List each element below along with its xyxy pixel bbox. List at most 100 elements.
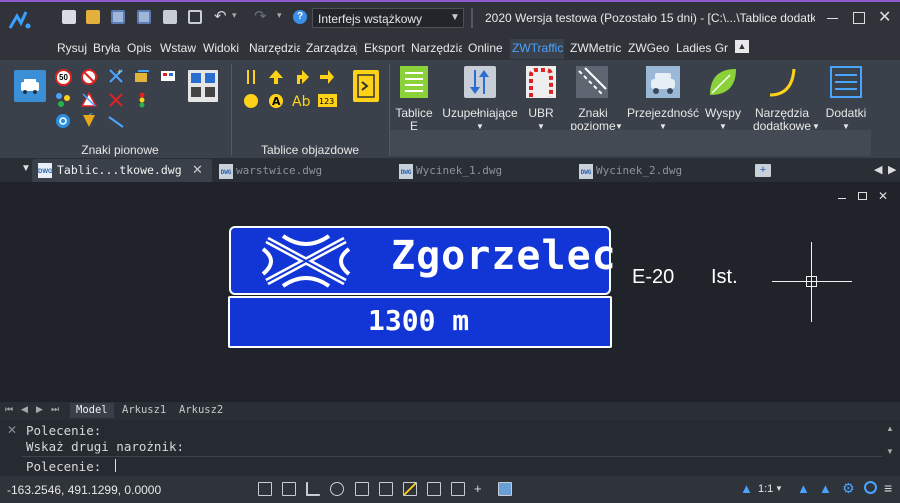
polar-tracking-icon[interactable] — [330, 482, 344, 496]
dynamic-ucs-icon[interactable] — [403, 482, 417, 496]
menu-zarzadzaj[interactable]: Zarządzaj — [306, 41, 357, 55]
canvas-restore-button[interactable] — [858, 192, 867, 200]
gear-icon[interactable]: ⚙ — [842, 480, 855, 497]
maximize-button[interactable] — [853, 12, 865, 24]
interchange-icon — [261, 234, 351, 288]
vertical-sign-car-icon[interactable] — [14, 70, 46, 102]
object-snap-icon[interactable] — [355, 482, 369, 496]
warning-sign-icon[interactable] — [81, 92, 97, 108]
open-folder-icon[interactable] — [86, 10, 100, 24]
arrow-up-right-icon[interactable] — [294, 69, 310, 85]
przejezdnosc-label: Przejezdność — [626, 107, 700, 120]
menu-zwgeo[interactable]: ZWGeo — [628, 41, 669, 55]
menu-zwtraffic[interactable]: ZWTraffic — [510, 39, 564, 59]
object-snap-tracking-icon[interactable] — [379, 482, 393, 496]
grid-display-icon[interactable] — [258, 482, 272, 496]
arrow-up-icon[interactable] — [268, 69, 284, 85]
number-icon[interactable]: 123 — [318, 93, 338, 109]
last-layout-icon[interactable]: ⏭ — [51, 404, 59, 415]
delete-sign-icon[interactable] — [108, 92, 124, 108]
scroll-tabs-right-icon[interactable]: ▶ — [888, 163, 896, 176]
undo-dropdown-icon[interactable]: ▾ — [232, 10, 237, 21]
tab-tablice-dodatkowe[interactable]: DWG Tablic...tkowe.dwg ✕ — [32, 159, 212, 182]
lineweight-icon[interactable] — [451, 482, 465, 496]
canvas-close-button[interactable]: ✕ — [878, 189, 888, 203]
tab-arkusz1[interactable]: Arkusz1 — [122, 404, 166, 416]
no-entry-sign-icon[interactable] — [81, 69, 97, 85]
redo-icon[interactable]: ↷ — [254, 7, 267, 25]
text-ab-icon[interactable]: Ab — [292, 92, 312, 110]
sign-group-icon[interactable] — [55, 92, 71, 108]
ribbon-toggle-icon[interactable]: ▲ — [735, 40, 749, 53]
annotation-scale-icon[interactable]: ▲ — [740, 481, 753, 496]
menu-online[interactable]: Online — [468, 41, 503, 55]
sign-board-icon[interactable] — [188, 70, 218, 102]
detour-board-icon[interactable] — [353, 70, 379, 102]
snap-grid-icon[interactable] — [282, 482, 296, 496]
command-input[interactable]: Polecenie: — [22, 456, 882, 474]
first-layout-icon[interactable]: ⏮ — [5, 404, 13, 415]
traffic-light-icon[interactable] — [134, 92, 150, 108]
dynamic-input-icon[interactable] — [427, 482, 441, 496]
letter-a-icon[interactable]: A — [268, 93, 284, 109]
prev-layout-icon[interactable]: ◀ — [21, 404, 28, 415]
scroll-tabs-left-icon[interactable]: ◀ — [874, 163, 882, 176]
tab-arkusz2[interactable]: Arkusz2 — [179, 404, 223, 416]
isolate-objects-icon[interactable] — [864, 481, 877, 494]
speed-limit-icon[interactable]: 50 — [55, 69, 72, 86]
km-sign-icon[interactable] — [81, 113, 97, 129]
minimize-button[interactable] — [827, 18, 838, 19]
circle-icon[interactable] — [243, 93, 259, 109]
arrow-right-icon[interactable] — [319, 69, 335, 85]
close-command-icon[interactable]: ✕ — [7, 423, 17, 437]
annotation-visibility-icon[interactable]: ▲ — [797, 481, 810, 496]
tab-wycinek-2[interactable]: DWG Wycinek_2.dwg — [576, 160, 752, 182]
sign-table-icon[interactable] — [160, 68, 176, 84]
annotation-scale-value[interactable]: 1:1 — [758, 483, 773, 495]
menu-zwmetric[interactable]: ZWMetric — [570, 41, 621, 55]
menu-eksport[interactable]: Eksport — [364, 41, 405, 55]
save-icon[interactable] — [111, 10, 125, 24]
workspace-dropdown[interactable]: Interfejs wstążkowy ▼ — [312, 8, 464, 28]
sign-edit-icon[interactable] — [134, 69, 150, 85]
tab-model[interactable]: Model — [70, 403, 114, 418]
annotation-monitor-icon[interactable] — [498, 482, 512, 496]
divider — [471, 8, 473, 28]
tab-warstwice[interactable]: DWG warstwice.dwg — [216, 160, 392, 182]
next-layout-icon[interactable]: ▶ — [36, 404, 43, 415]
menu-wstaw[interactable]: Wstaw — [160, 41, 196, 55]
new-file-icon[interactable] — [62, 10, 76, 24]
menu-opis[interactable]: Opis — [127, 41, 152, 55]
menu-bryla[interactable]: Bryła — [93, 41, 120, 55]
menu-widoki[interactable]: Widoki — [203, 41, 239, 55]
ribbon-separator — [231, 64, 232, 156]
menu-narzedzia-2[interactable]: Narzędzia — [411, 41, 462, 55]
menu-rysuj[interactable]: Rysuj — [57, 41, 87, 55]
parallel-lines-icon[interactable] — [243, 69, 259, 85]
selection-cycling-icon[interactable]: + — [474, 481, 482, 496]
save-as-icon[interactable] — [137, 10, 151, 24]
close-tab-icon[interactable]: ✕ — [192, 162, 203, 178]
km-line-icon[interactable] — [108, 113, 124, 129]
close-window-button[interactable]: ✕ — [878, 7, 891, 27]
redo-dropdown-icon[interactable]: ▾ — [277, 10, 282, 21]
canvas-minimize-button[interactable] — [838, 198, 846, 199]
auto-scale-icon[interactable]: ▲ — [819, 481, 832, 496]
customize-icon[interactable]: ≡ — [884, 480, 892, 496]
print-icon[interactable] — [163, 10, 177, 24]
roundabout-icon[interactable] — [55, 113, 71, 129]
ortho-icon[interactable] — [306, 482, 320, 496]
tab-list-dropdown-icon[interactable]: ▼ — [21, 163, 31, 174]
cross-sign-icon[interactable]: + — [108, 68, 124, 84]
scroll-up-icon[interactable]: ▲ — [886, 424, 894, 433]
chevron-down-icon[interactable]: ▼ — [775, 484, 783, 493]
new-tab-icon[interactable]: + — [755, 164, 771, 177]
dwg-file-icon: DWG — [38, 163, 53, 178]
menu-narzedzia[interactable]: Narzędzia — [249, 41, 300, 55]
scroll-down-icon[interactable]: ▼ — [886, 447, 894, 456]
undo-icon[interactable]: ↶ — [214, 7, 227, 25]
menu-ladies[interactable]: Ladies Gr — [676, 41, 730, 55]
zoom-extents-icon[interactable] — [188, 10, 202, 24]
tab-wycinek-1[interactable]: DWG Wycinek_1.dwg — [396, 160, 572, 182]
help-icon[interactable]: ? — [293, 10, 307, 24]
